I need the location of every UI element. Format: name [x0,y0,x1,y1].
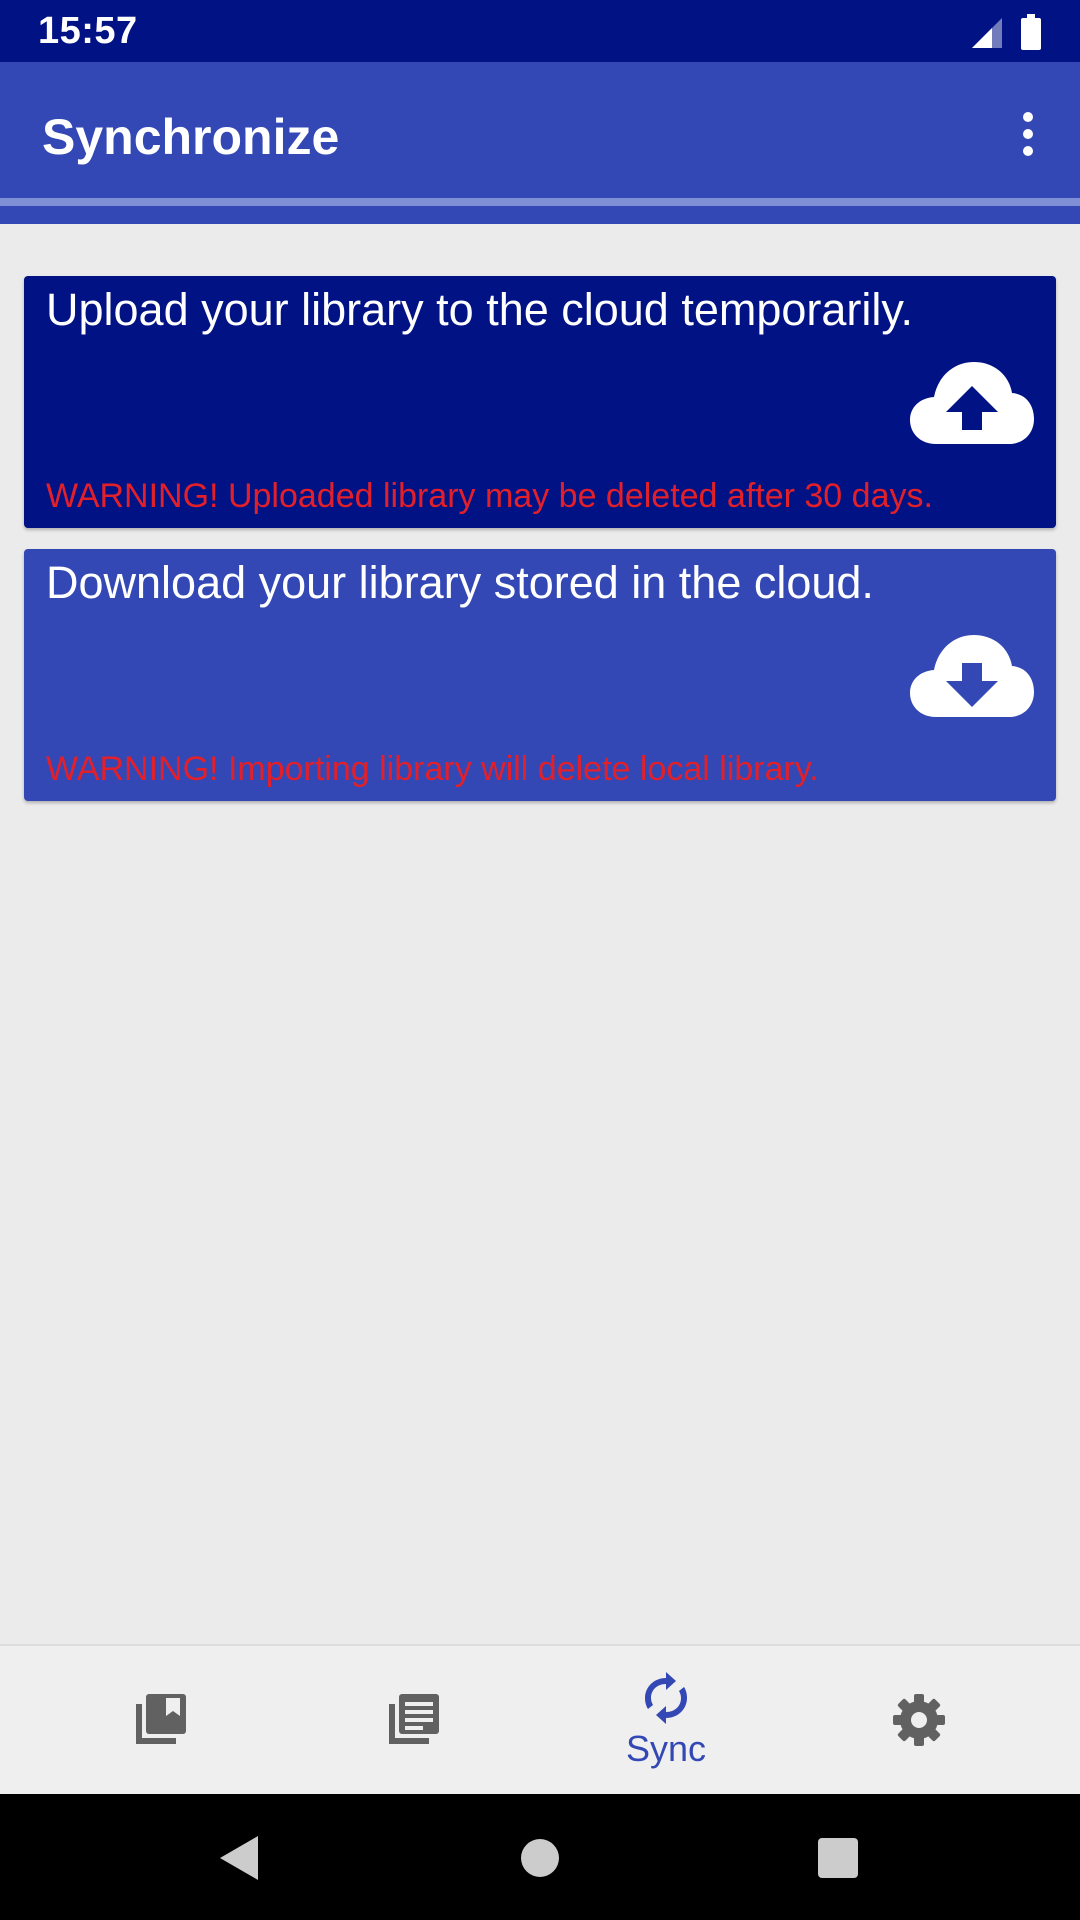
sync-icon [645,1672,687,1724]
download-card-title: Download your library stored in the clou… [46,557,874,608]
upload-library-card[interactable]: Upload your library to the cloud tempora… [24,276,1056,528]
app-bar-divider [0,198,1080,206]
more-vert-icon-dot [1023,146,1033,156]
status-bar: 15:57 [0,0,1080,62]
cloud-download-icon [910,635,1034,717]
page-title: Synchronize [42,109,340,165]
back-icon[interactable] [208,1826,272,1890]
status-time: 15:57 [38,10,138,52]
download-library-card[interactable]: Download your library stored in the clou… [24,549,1056,801]
more-vert-icon [1023,112,1033,122]
battery-icon [1021,14,1041,50]
more-vert-icon-dot [1023,129,1033,139]
nav-item-sync[interactable]: Sync [531,1646,801,1794]
screen: 15:57 Synchronize Upload your library to… [0,0,1080,1920]
settings-gear-icon [893,1694,945,1746]
signal-icon [972,18,1002,48]
more-options-button[interactable] [996,102,1060,166]
recents-icon[interactable] [806,1826,870,1890]
nav-item-list[interactable] [278,1646,548,1794]
nav-label-sync: Sync [625,1728,707,1769]
upload-card-title: Upload your library to the cloud tempora… [46,284,914,335]
status-icons [970,12,1042,50]
article-list-icon [389,1694,439,1744]
nav-item-library[interactable] [25,1646,295,1794]
home-icon[interactable] [508,1826,572,1890]
bottom-navigation: Sync [0,1644,1080,1794]
cloud-upload-icon [910,362,1034,444]
upload-card-warning: WARNING! Uploaded library may be deleted… [46,477,933,515]
app-bar: Synchronize [0,62,1080,224]
download-card-warning: WARNING! Importing library will delete l… [46,750,819,788]
library-books-icon [136,1694,186,1744]
system-navigation-bar [0,1794,1080,1920]
nav-item-settings[interactable] [784,1646,1054,1794]
